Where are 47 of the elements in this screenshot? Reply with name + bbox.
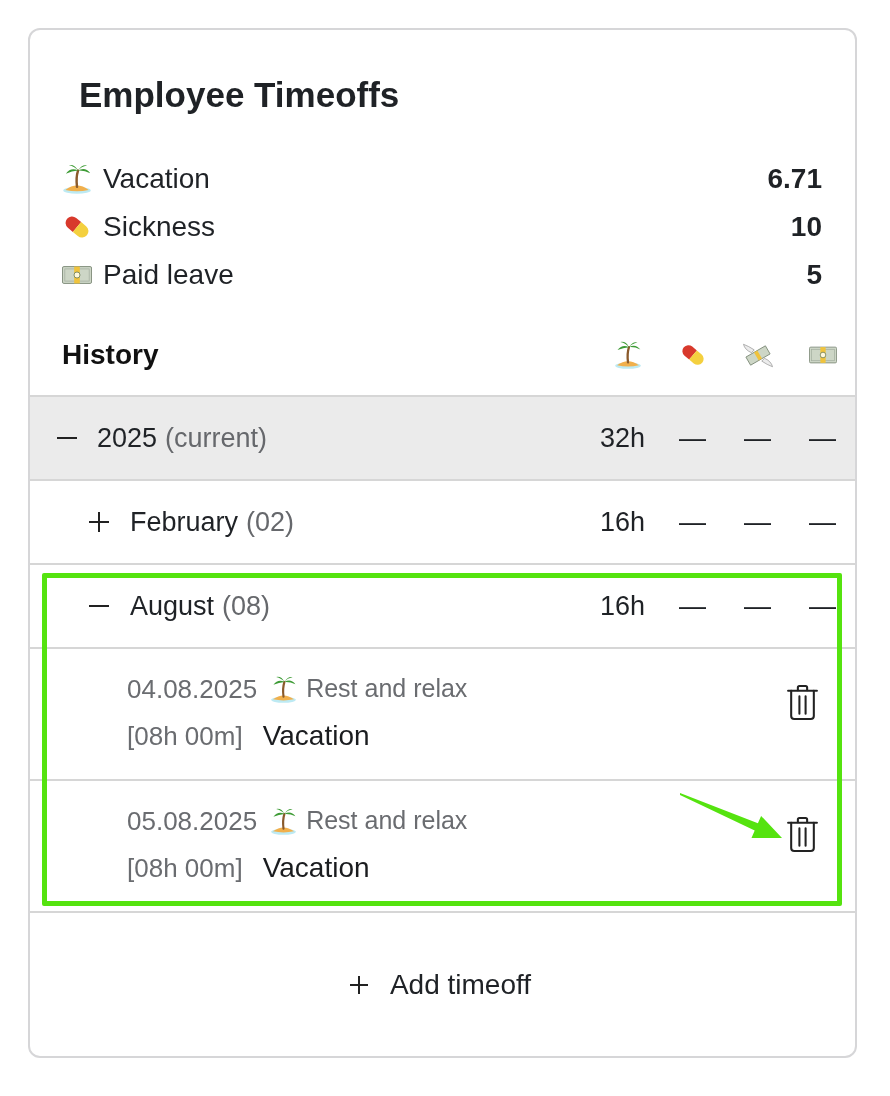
hours-value: — [809,422,836,453]
month-note: (08) [222,589,271,623]
year-note: (current) [165,421,268,455]
balance-value: 5 [806,258,822,292]
hours-value: — [679,590,706,621]
year-row[interactable]: 2025 (current) 32h — — — [30,395,855,479]
hours-value: — [809,506,836,537]
banknote-icon [808,346,837,364]
hours-value: — [679,506,706,537]
hours-value: 32h [599,422,645,453]
trash-icon[interactable] [787,817,818,852]
balance-label: Paid leave [103,258,235,292]
entry-type: Vacation [262,851,370,885]
entry-type: Vacation [262,719,370,753]
month-note: (02) [246,505,295,539]
plus-icon[interactable] [89,512,109,532]
card-title: Employee Timeoffs [79,74,401,116]
hours-value: — [679,422,706,453]
entry-comment: Rest and relax [306,805,468,837]
balance-value: 6.71 [767,162,822,196]
month-label: August [130,589,215,623]
balance-value: 10 [790,210,822,244]
balance-label: Sickness [103,210,217,244]
entry-duration: [08h 00m] [127,851,243,885]
winged-money-icon [742,342,773,368]
trash-icon[interactable] [787,685,818,720]
palm-island-icon [614,341,641,369]
month-label: February [130,505,239,539]
entry-duration: [08h 00m] [127,719,243,753]
plus-icon [349,975,368,994]
entry-date: 05.08.2025 [127,804,258,838]
hours-value: 16h [599,590,645,621]
palm-island-icon [63,164,91,194]
history-heading: History [62,338,160,372]
entry-comment: Rest and relax [306,673,468,705]
hours-value: 16h [599,506,645,537]
add-timeoff-button[interactable]: Add timeoff [349,963,536,1006]
entry-date: 04.08.2025 [127,672,258,706]
hours-value: — [809,590,836,621]
hours-value: — [744,422,771,453]
banknote-icon [62,266,92,284]
year-label: 2025 [97,421,158,455]
hours-value: — [744,506,771,537]
balance-label: Vacation [103,162,211,196]
palm-island-icon [271,675,297,703]
hours-value: — [744,590,771,621]
palm-island-icon [271,807,297,835]
